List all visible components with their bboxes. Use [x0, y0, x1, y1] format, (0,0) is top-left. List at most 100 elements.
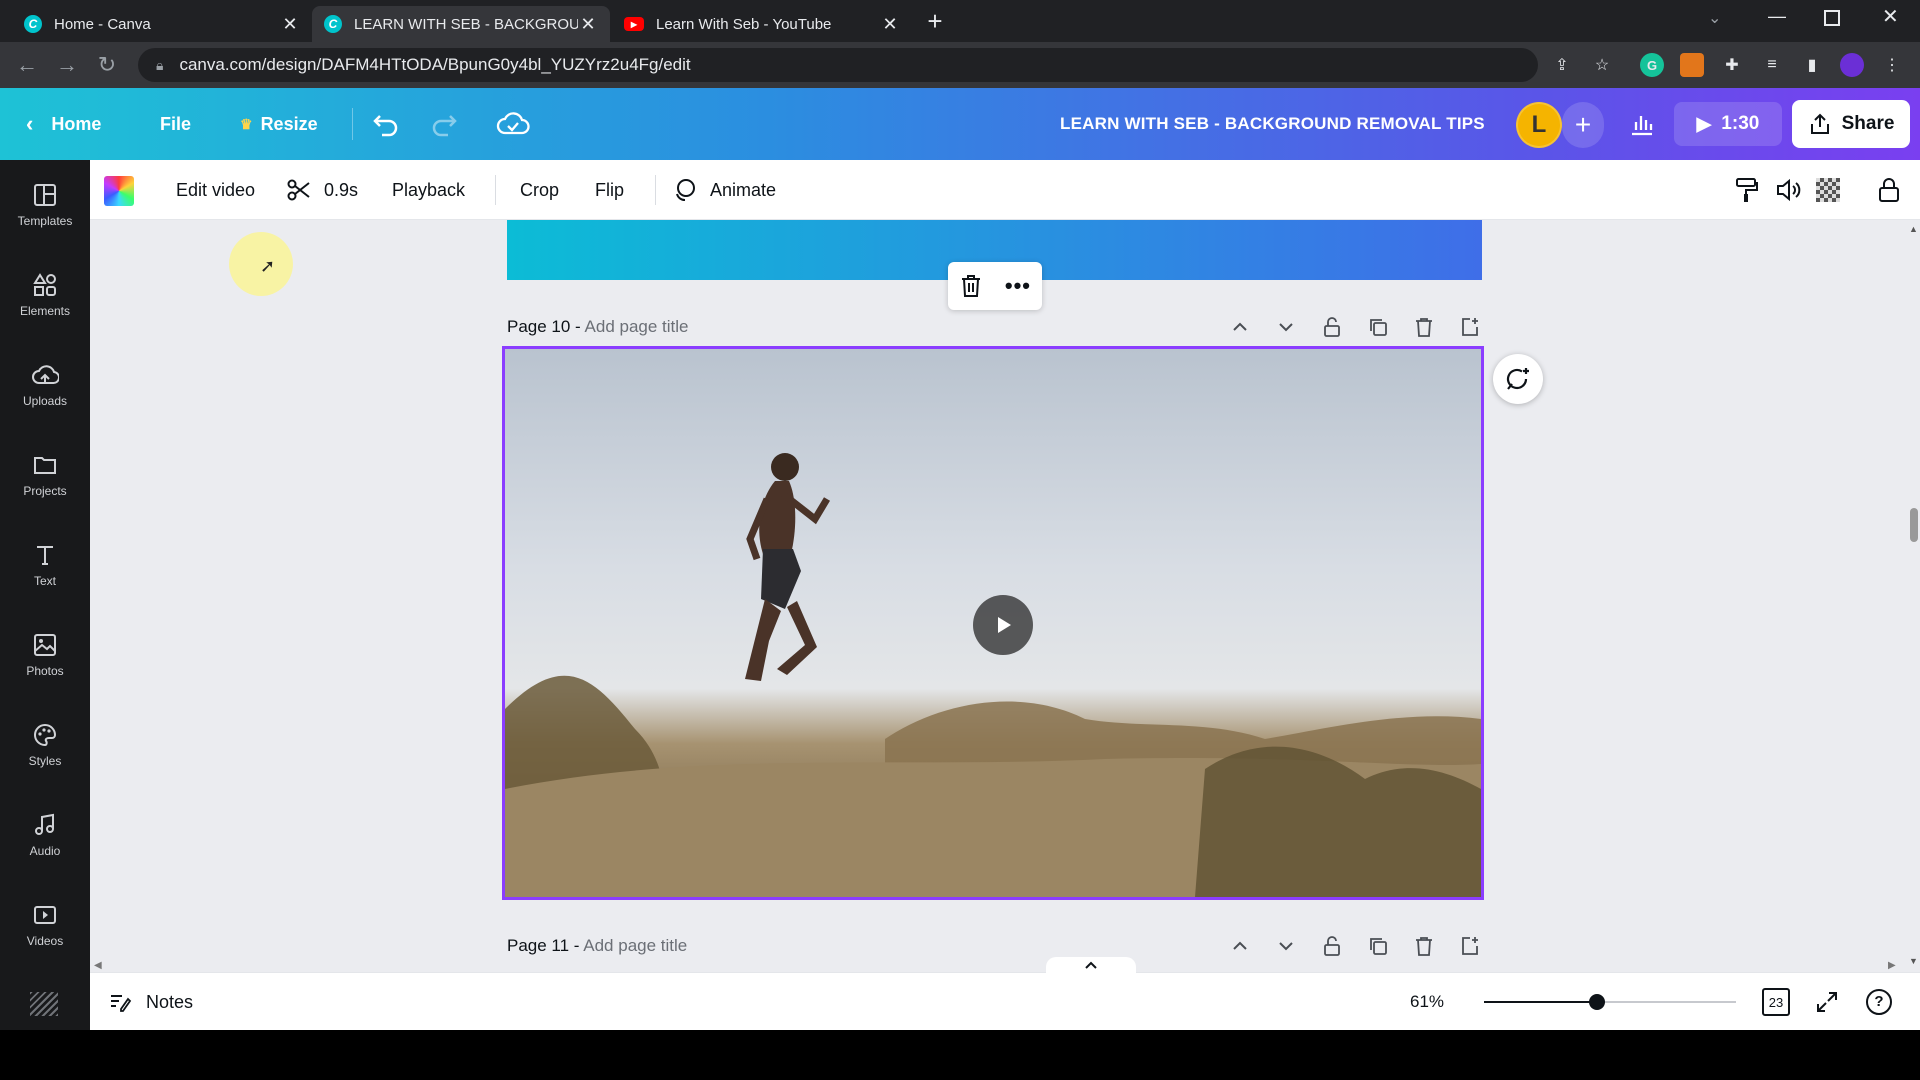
notes-label: Notes	[146, 991, 194, 1012]
sidebar-item-label: Audio	[29, 844, 61, 858]
home-button[interactable]: ‹ Home	[26, 88, 101, 160]
tab-youtube[interactable]: ▶ Learn With Seb - YouTube ✕	[612, 6, 912, 42]
move-page-up-icon[interactable]	[1226, 932, 1254, 960]
sidebar-item-videos[interactable]: Videos	[0, 880, 90, 970]
show-pages-button[interactable]	[1046, 957, 1136, 973]
uploads-icon	[32, 365, 59, 384]
browser-menu-icon[interactable]: ⋮	[1880, 53, 1904, 77]
media-queue-icon[interactable]: ≡	[1760, 53, 1784, 77]
sidebar-item-templates[interactable]: Templates	[0, 160, 90, 250]
file-menu-button[interactable]: File	[160, 88, 191, 160]
close-tab-icon[interactable]: ✕	[578, 14, 598, 35]
zoom-slider-knob[interactable]	[1589, 994, 1606, 1010]
url-field[interactable]: 🔒︎ canva.com/design/DAFM4HTtODA/BpunG0y4…	[138, 48, 1538, 82]
close-tab-icon[interactable]: ✕	[280, 14, 300, 35]
color-picker-icon[interactable]	[104, 176, 134, 206]
bookmark-star-icon[interactable]: ☆	[1590, 53, 1614, 77]
duplicate-page-icon[interactable]	[1364, 932, 1392, 960]
paint-format-icon[interactable]	[1732, 176, 1760, 209]
edit-video-button[interactable]: Edit video	[176, 160, 255, 220]
move-page-up-icon[interactable]	[1226, 313, 1254, 341]
letterbox-strip	[0, 1030, 1920, 1080]
trim-button[interactable]: 0.9s	[286, 160, 358, 220]
scroll-up-arrow-icon[interactable]: ▲	[1909, 224, 1918, 234]
grammarly-extension-icon[interactable]: G	[1640, 53, 1664, 77]
vertical-scrollbar[interactable]: ▲ ▼	[1906, 220, 1920, 972]
add-people-button[interactable]: +	[1562, 102, 1604, 148]
tab-search-icon[interactable]: ⌄	[1708, 8, 1721, 28]
scissors-icon	[287, 179, 310, 201]
add-page-title[interactable]: Add page title	[583, 936, 687, 955]
cloud-saved-icon[interactable]	[496, 108, 530, 145]
sidebar-item-label: Templates	[17, 214, 73, 228]
lock-icon[interactable]	[1876, 176, 1902, 209]
forward-icon[interactable]: →	[54, 52, 80, 78]
transparency-icon[interactable]	[1816, 178, 1840, 202]
insights-icon[interactable]	[1620, 102, 1664, 146]
add-comment-button[interactable]	[1493, 354, 1543, 404]
fullscreen-icon[interactable]	[1814, 989, 1840, 1020]
more-options-icon[interactable]: •••	[1005, 273, 1031, 299]
video-element[interactable]	[502, 346, 1484, 900]
help-icon[interactable]: ?	[1866, 989, 1892, 1015]
share-button[interactable]: Share	[1792, 100, 1910, 148]
add-page-icon[interactable]	[1456, 932, 1484, 960]
close-window-icon[interactable]: ✕	[1882, 4, 1899, 29]
undo-icon[interactable]	[370, 108, 402, 145]
zoom-slider[interactable]	[1484, 994, 1736, 1010]
play-video-button[interactable]	[973, 595, 1033, 655]
metamask-extension-icon[interactable]	[1680, 53, 1704, 77]
delete-page-icon[interactable]	[1410, 313, 1438, 341]
sidebar-item-elements[interactable]: Elements	[0, 250, 90, 340]
notes-button[interactable]: Notes	[108, 973, 193, 1031]
lock-page-icon[interactable]	[1318, 932, 1346, 960]
reload-icon[interactable]: ↻	[94, 52, 120, 78]
scroll-left-arrow-icon[interactable]: ◀	[94, 960, 102, 971]
zoom-percentage[interactable]: 61%	[1410, 973, 1444, 1031]
move-page-down-icon[interactable]	[1272, 932, 1300, 960]
play-icon: ▶	[1696, 113, 1712, 135]
sidebar-item-styles[interactable]: Styles	[0, 700, 90, 790]
crop-button[interactable]: Crop	[520, 160, 559, 220]
play-icon	[998, 617, 1011, 633]
trash-icon[interactable]	[959, 273, 983, 299]
tab-home-canva[interactable]: C Home - Canva ✕	[12, 6, 312, 42]
add-page-icon[interactable]	[1456, 313, 1484, 341]
restore-icon[interactable]	[1824, 10, 1840, 26]
scrollbar-thumb[interactable]	[1910, 508, 1918, 542]
editor-canvas: ➚ ••• Page 10 - Add page title Page 11 -…	[90, 220, 1906, 972]
sidebar-item-text[interactable]: Text	[0, 520, 90, 610]
delete-page-icon[interactable]	[1410, 932, 1438, 960]
volume-icon[interactable]	[1774, 176, 1802, 209]
sidebar-item-uploads[interactable]: Uploads	[0, 340, 90, 430]
lock-page-icon[interactable]	[1318, 313, 1346, 341]
resize-button[interactable]: ♛ Resize	[240, 88, 318, 160]
profile-avatar-icon[interactable]	[1840, 53, 1864, 77]
extensions-puzzle-icon[interactable]: ✚	[1720, 53, 1744, 77]
share-page-icon[interactable]: ⇪	[1550, 53, 1574, 77]
tab-learn-with-seb[interactable]: C LEARN WITH SEB - BACKGROUN ✕	[312, 6, 610, 42]
redo-icon[interactable]	[428, 108, 460, 145]
playback-button[interactable]: Playback	[392, 160, 465, 220]
back-icon[interactable]: ←	[14, 52, 40, 78]
add-page-title[interactable]: Add page title	[585, 317, 689, 336]
move-page-down-icon[interactable]	[1272, 313, 1300, 341]
scroll-down-arrow-icon[interactable]: ▼	[1909, 956, 1918, 966]
sidebar-item-projects[interactable]: Projects	[0, 430, 90, 520]
minimize-icon[interactable]: —	[1768, 6, 1786, 27]
animate-button[interactable]: Animate	[672, 160, 776, 220]
page-count-button[interactable]: 23	[1762, 988, 1790, 1016]
avatar[interactable]: L	[1516, 102, 1562, 148]
present-button[interactable]: ▶ 1:30	[1674, 102, 1782, 146]
duplicate-page-icon[interactable]	[1364, 313, 1392, 341]
more-apps-icon[interactable]	[30, 992, 58, 1016]
design-title[interactable]: LEARN WITH SEB - BACKGROUND REMOVAL TIPS	[1060, 88, 1485, 160]
sidebar-item-photos[interactable]: Photos	[0, 610, 90, 700]
scroll-right-arrow-icon[interactable]: ▶	[1888, 960, 1896, 971]
close-tab-icon[interactable]: ✕	[880, 14, 900, 35]
sidebar-item-audio[interactable]: Audio	[0, 790, 90, 880]
floating-element-toolbar: •••	[948, 262, 1042, 310]
new-tab-icon[interactable]: +	[922, 6, 948, 36]
flip-button[interactable]: Flip	[595, 160, 624, 220]
side-panel-icon[interactable]: ▮	[1800, 53, 1824, 77]
